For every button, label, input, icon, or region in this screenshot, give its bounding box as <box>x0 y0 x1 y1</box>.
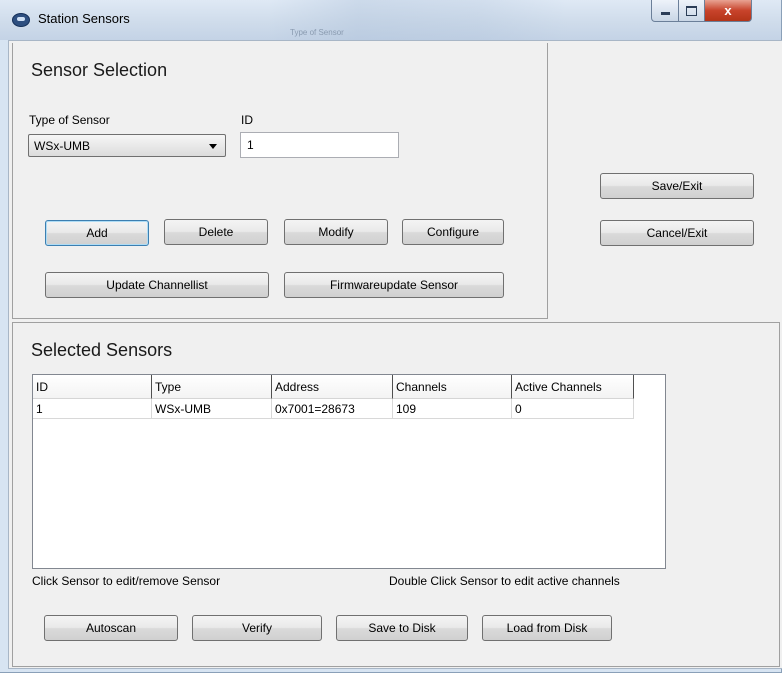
hint-left: Click Sensor to edit/remove Sensor <box>32 574 221 588</box>
maximize-icon <box>686 5 697 16</box>
title-bar[interactable]: Type of Sensor Station Sensors x <box>0 0 781 40</box>
type-of-sensor-value: WSx-UMB <box>34 139 90 153</box>
hint-right: Double Click Sensor to edit active chann… <box>389 574 620 588</box>
selected-sensors-title: Selected Sensors <box>31 340 173 360</box>
save-exit-button[interactable]: Save/Exit <box>600 173 754 199</box>
type-of-sensor-select[interactable]: WSx-UMB <box>28 134 226 157</box>
cell-address: 0x7001=28673 <box>272 399 393 419</box>
table-row[interactable]: 1 WSx-UMB 0x7001=28673 109 0 <box>33 399 634 419</box>
type-of-sensor-label: Type of Sensor <box>29 113 110 127</box>
verify-button[interactable]: Verify <box>192 615 322 641</box>
update-channellist-button[interactable]: Update Channellist <box>45 272 269 298</box>
cell-channels: 109 <box>393 399 512 419</box>
column-header-id[interactable]: ID <box>33 375 152 399</box>
id-input[interactable]: 1 <box>240 132 399 158</box>
column-header-channels[interactable]: Channels <box>393 375 512 399</box>
column-header-active-channels[interactable]: Active Channels <box>512 375 634 399</box>
id-input-value: 1 <box>247 138 254 152</box>
minimize-button[interactable] <box>651 0 679 22</box>
background-window-ghost: Type of Sensor <box>268 0 568 40</box>
minimize-icon <box>660 12 670 15</box>
sensors-table[interactable]: ID Type Address Channels Active Channels… <box>32 374 666 569</box>
sensor-selection-title: Sensor Selection <box>31 60 168 80</box>
load-from-disk-button[interactable]: Load from Disk <box>482 615 612 641</box>
configure-button[interactable]: Configure <box>402 219 504 245</box>
id-label: ID <box>241 113 253 127</box>
window-title: Station Sensors <box>38 11 130 26</box>
cell-active-channels: 0 <box>512 399 634 419</box>
background-window-ghost-text: Type of Sensor <box>290 28 344 37</box>
window-controls: x <box>651 0 752 22</box>
save-to-disk-button[interactable]: Save to Disk <box>336 615 468 641</box>
autoscan-button[interactable]: Autoscan <box>44 615 178 641</box>
firmwareupdate-sensor-button[interactable]: Firmwareupdate Sensor <box>284 272 504 298</box>
table-header: ID Type Address Channels Active Channels <box>33 375 634 399</box>
close-button[interactable]: x <box>705 0 752 22</box>
app-icon[interactable] <box>12 13 30 27</box>
close-icon: x <box>724 3 732 18</box>
modify-button[interactable]: Modify <box>284 219 388 245</box>
chevron-down-icon <box>209 144 217 149</box>
cancel-exit-button[interactable]: Cancel/Exit <box>600 220 754 246</box>
maximize-button[interactable] <box>679 0 705 22</box>
add-button[interactable]: Add <box>45 220 149 246</box>
cell-id: 1 <box>33 399 152 419</box>
delete-button[interactable]: Delete <box>164 219 268 245</box>
cell-type: WSx-UMB <box>152 399 272 419</box>
column-header-address[interactable]: Address <box>272 375 393 399</box>
column-header-type[interactable]: Type <box>152 375 272 399</box>
